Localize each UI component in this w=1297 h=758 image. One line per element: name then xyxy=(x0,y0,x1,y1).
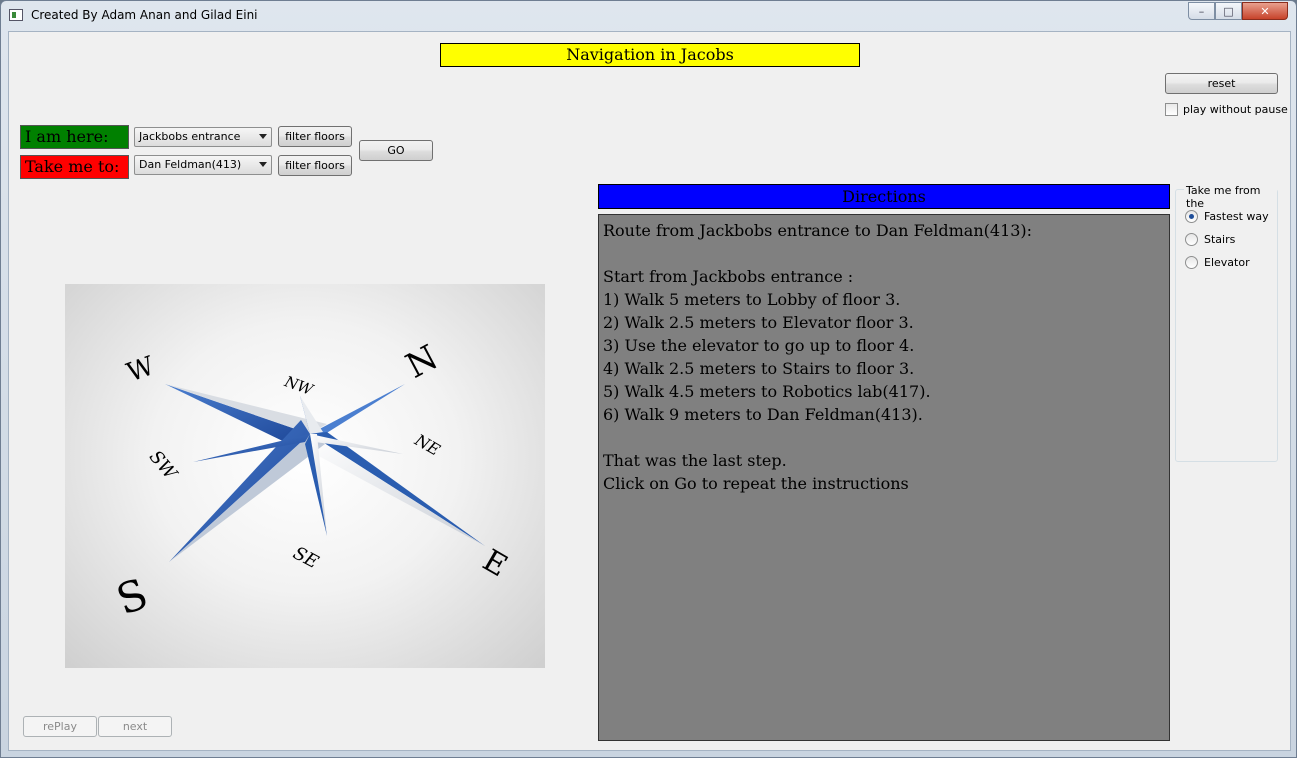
filter-floors-to-button[interactable]: filter floors xyxy=(278,155,352,176)
radio-elevator[interactable] xyxy=(1185,256,1198,269)
compass-label-e: E xyxy=(477,543,513,584)
radio-fastest[interactable] xyxy=(1185,210,1198,223)
to-location-select[interactable]: Dan Feldman(413) xyxy=(134,155,272,175)
maximize-button[interactable]: □ xyxy=(1215,2,1242,20)
go-button[interactable]: GO xyxy=(359,140,433,161)
app-icon xyxy=(9,9,23,21)
directions-line: 4) Walk 2.5 meters to Stairs to floor 3. xyxy=(603,359,915,378)
compass-rose-icon: N W S E NW NE SW SE xyxy=(110,337,513,625)
reset-button[interactable]: reset xyxy=(1165,73,1278,94)
compass-label-sw: SW xyxy=(145,447,182,485)
route-option-stairs[interactable]: Stairs xyxy=(1185,233,1235,246)
title-bar[interactable]: Created By Adam Anan and Gilad Eini – □ … xyxy=(1,1,1296,31)
main-panel: Navigation in Jacobs reset play without … xyxy=(8,31,1291,751)
play-without-pause-option[interactable]: play without pause xyxy=(1165,103,1288,116)
compass-label-nw: NW xyxy=(281,372,316,400)
play-without-pause-checkbox[interactable] xyxy=(1165,103,1178,116)
route-options-title: Take me from the xyxy=(1184,184,1277,210)
from-location-value: Jackbobs entrance xyxy=(139,130,241,143)
route-option-label: Stairs xyxy=(1204,233,1236,246)
to-location-value: Dan Feldman(413) xyxy=(139,158,242,171)
compass-label-se: SE xyxy=(289,543,321,574)
compass-label-ne: NE xyxy=(411,430,444,460)
close-button[interactable]: ✕ xyxy=(1242,2,1288,20)
directions-line: That was the last step. xyxy=(603,451,787,470)
directions-header: Directions xyxy=(598,184,1170,209)
compass-arm-e-dark xyxy=(310,432,485,546)
from-location-select[interactable]: Jackbobs entrance xyxy=(134,127,272,147)
window-title: Created By Adam Anan and Gilad Eini xyxy=(31,8,258,22)
chevron-down-icon xyxy=(259,162,267,167)
compass-arm-n-dark xyxy=(310,384,405,434)
route-option-label: Fastest way xyxy=(1204,210,1269,223)
route-option-label: Elevator xyxy=(1204,256,1250,269)
app-window: Created By Adam Anan and Gilad Eini – □ … xyxy=(0,0,1297,758)
directions-line xyxy=(603,242,1165,265)
directions-text-area[interactable]: Route from Jackbobs entrance to Dan Feld… xyxy=(598,214,1170,741)
i-am-here-label: I am here: xyxy=(20,125,129,149)
compass-image: N W S E NW NE SW SE xyxy=(65,284,545,668)
minimize-button[interactable]: – xyxy=(1188,2,1215,20)
directions-line: 6) Walk 9 meters to Dan Feldman(413). xyxy=(603,405,923,424)
filter-floors-from-button[interactable]: filter floors xyxy=(278,126,352,147)
compass-label-s: S xyxy=(110,569,154,625)
compass-label-n: N xyxy=(400,337,445,386)
directions-line: Click on Go to repeat the instructions xyxy=(603,474,909,493)
directions-line: 2) Walk 2.5 meters to Elevator floor 3. xyxy=(603,313,914,332)
directions-line: Route from Jackbobs entrance to Dan Feld… xyxy=(603,221,1033,240)
route-option-elevator[interactable]: Elevator xyxy=(1185,256,1250,269)
page-title: Navigation in Jacobs xyxy=(440,43,860,67)
directions-line: Start from Jackbobs entrance : xyxy=(603,267,854,286)
take-me-to-label: Take me to: xyxy=(20,155,129,179)
directions-line xyxy=(603,426,1165,449)
play-without-pause-label: play without pause xyxy=(1183,103,1288,116)
radio-stairs[interactable] xyxy=(1185,233,1198,246)
directions-line: 5) Walk 4.5 meters to Robotics lab(417). xyxy=(603,382,931,401)
next-button[interactable]: next xyxy=(98,716,172,737)
directions-line: 1) Walk 5 meters to Lobby of floor 3. xyxy=(603,290,901,309)
directions-line: 3) Use the elevator to go up to floor 4. xyxy=(603,336,915,355)
compass-label-w: W xyxy=(123,351,159,388)
chevron-down-icon xyxy=(259,134,267,139)
route-options-group: Take me from the Fastest way Stairs Elev… xyxy=(1175,184,1278,462)
replay-button[interactable]: rePlay xyxy=(23,716,97,737)
route-option-fastest[interactable]: Fastest way xyxy=(1185,210,1269,223)
window-controls: – □ ✕ xyxy=(1188,2,1288,20)
